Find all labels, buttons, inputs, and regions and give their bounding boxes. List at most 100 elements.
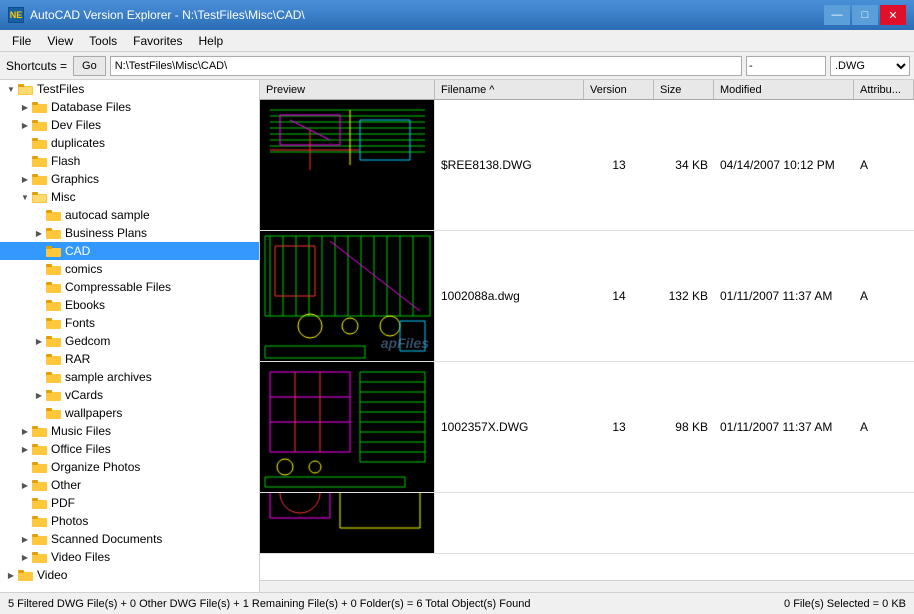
tree-item-gedcom[interactable]: ▶ Gedcom [0, 332, 259, 350]
tree-item-rar[interactable]: RAR [0, 350, 259, 368]
title-bar: NE AutoCAD Version Explorer - N:\TestFil… [0, 0, 914, 30]
tree-label-compressable-files: Compressable Files [65, 280, 171, 294]
tree-item-autocad-sample[interactable]: autocad sample [0, 206, 259, 224]
tree-item-music-files[interactable]: ▶ Music Files [0, 422, 259, 440]
tree-arrow-music-files: ▶ [18, 427, 32, 436]
tree-label-flash: Flash [51, 154, 80, 168]
tree-item-flash[interactable]: Flash [0, 152, 259, 170]
folder-icon-duplicates [32, 136, 48, 150]
cell-version-1: 14 [584, 287, 654, 305]
tree-item-comics[interactable]: comics [0, 260, 259, 278]
folder-icon-graphics [32, 172, 48, 186]
menu-favorites[interactable]: Favorites [125, 32, 190, 50]
tree-label-video: Video [37, 568, 67, 582]
col-header-filename[interactable]: Filename ^ [435, 80, 584, 99]
tree-item-cad[interactable]: CAD [0, 242, 259, 260]
folder-icon-comics [46, 262, 62, 276]
tree-label-misc: Misc [51, 190, 76, 204]
tree-item-duplicates[interactable]: duplicates [0, 134, 259, 152]
tree-label-video-files: Video Files [51, 550, 110, 564]
tree-label-gedcom: Gedcom [65, 334, 110, 348]
folder-icon-office-files [32, 442, 48, 456]
menu-tools[interactable]: Tools [81, 32, 125, 50]
tree-label-office-files: Office Files [51, 442, 111, 456]
tree-label-business-plans: Business Plans [65, 226, 147, 240]
file-row[interactable]: 1002357X.DWG1398 KB01/11/2007 11:37 AMA [260, 362, 914, 493]
file-row[interactable]: apFiles1002088a.dwg14132 KB01/11/2007 11… [260, 231, 914, 362]
tree-item-other[interactable]: ▶ Other [0, 476, 259, 494]
window-controls: — □ ✕ [824, 5, 906, 25]
tree-item-scanned-documents[interactable]: ▶ Scanned Documents [0, 530, 259, 548]
folder-icon-pdf [32, 496, 48, 510]
tree-arrow-scanned-documents: ▶ [18, 535, 32, 544]
file-info-row-0: $REE8138.DWG1334 KB04/14/2007 10:12 PMA [435, 100, 914, 230]
tree-label-sample-archives: sample archives [65, 370, 152, 384]
tree-label-dev-files: Dev Files [51, 118, 101, 132]
cell-size-2: 98 KB [654, 418, 714, 436]
folder-icon-vcards [46, 388, 62, 402]
preview-cell-1: apFiles [260, 231, 435, 361]
tree-item-graphics[interactable]: ▶ Graphics [0, 170, 259, 188]
file-list: $REE8138.DWG1334 KB04/14/2007 10:12 PMAa… [260, 100, 914, 580]
tree-item-vcards[interactable]: ▶ vCards [0, 386, 259, 404]
col-header-version[interactable]: Version [584, 80, 654, 99]
tree-item-dev-files[interactable]: ▶ Dev Files [0, 116, 259, 134]
col-header-attr[interactable]: Attribu... [854, 80, 914, 99]
folder-icon-gedcom [46, 334, 62, 348]
tree-arrow-database-files: ▶ [18, 103, 32, 112]
tree-item-video-files[interactable]: ▶ Video Files [0, 548, 259, 566]
cell-version-2: 13 [584, 418, 654, 436]
file-row[interactable]: $REE8138.DWG1334 KB04/14/2007 10:12 PMA [260, 100, 914, 231]
tree-item-office-files[interactable]: ▶ Office Files [0, 440, 259, 458]
extension-select[interactable]: .DWG [830, 56, 910, 76]
horizontal-scrollbar[interactable] [260, 580, 914, 592]
main-area: ▼ TestFiles▶ Database Files▶ Dev Files d… [0, 80, 914, 592]
menu-view[interactable]: View [39, 32, 81, 50]
folder-icon-database-files [32, 100, 48, 114]
folder-icon-wallpapers [46, 406, 62, 420]
tree-label-organize-photos: Organize Photos [51, 460, 140, 474]
title-bar-left: NE AutoCAD Version Explorer - N:\TestFil… [8, 7, 305, 23]
tree-item-testfiles[interactable]: ▼ TestFiles [0, 80, 259, 98]
tree-item-wallpapers[interactable]: wallpapers [0, 404, 259, 422]
folder-icon-music-files [32, 424, 48, 438]
menu-help[interactable]: Help [191, 32, 232, 50]
cell-filename-1: 1002088a.dwg [435, 287, 584, 305]
path-input[interactable] [110, 56, 742, 76]
tree-item-video[interactable]: ▶ Video [0, 566, 259, 584]
tree-label-music-files: Music Files [51, 424, 111, 438]
col-header-modified[interactable]: Modified [714, 80, 854, 99]
col-header-size[interactable]: Size [654, 80, 714, 99]
tree-item-organize-photos[interactable]: Organize Photos [0, 458, 259, 476]
tree-arrow-testfiles: ▼ [4, 85, 18, 94]
menu-file[interactable]: File [4, 32, 39, 50]
folder-icon-video-files [32, 550, 48, 564]
tree-label-database-files: Database Files [51, 100, 131, 114]
tree-item-photos[interactable]: Photos [0, 512, 259, 530]
filter-input[interactable] [746, 56, 826, 76]
go-button[interactable]: Go [73, 56, 106, 76]
status-left: 5 Filtered DWG File(s) + 0 Other DWG Fil… [8, 598, 530, 610]
cell-modified-1: 01/11/2007 11:37 AM [714, 287, 854, 305]
minimize-button[interactable]: — [824, 5, 850, 25]
tree-item-compressable-files[interactable]: Compressable Files [0, 278, 259, 296]
window-title: AutoCAD Version Explorer - N:\TestFiles\… [30, 8, 305, 22]
file-info-2: 1002357X.DWG1398 KB01/11/2007 11:37 AMA [435, 362, 914, 492]
folder-icon-cad [46, 244, 62, 258]
tree-item-misc[interactable]: ▼ Misc [0, 188, 259, 206]
tree-item-database-files[interactable]: ▶ Database Files [0, 98, 259, 116]
folder-icon-sample-archives [46, 370, 62, 384]
tree-item-fonts[interactable]: Fonts [0, 314, 259, 332]
folder-icon-ebooks [46, 298, 62, 312]
tree-label-cad: CAD [65, 244, 90, 258]
tree-item-pdf[interactable]: PDF [0, 494, 259, 512]
close-button[interactable]: ✕ [880, 5, 906, 25]
tree-item-ebooks[interactable]: Ebooks [0, 296, 259, 314]
tree-item-business-plans[interactable]: ▶ Business Plans [0, 224, 259, 242]
status-right: 0 File(s) Selected = 0 KB [784, 598, 906, 610]
col-header-preview[interactable]: Preview [260, 80, 435, 99]
tree-item-sample-archives[interactable]: sample archives [0, 368, 259, 386]
cell-modified-0: 04/14/2007 10:12 PM [714, 156, 854, 174]
menu-bar: File View Tools Favorites Help [0, 30, 914, 52]
maximize-button[interactable]: □ [852, 5, 878, 25]
